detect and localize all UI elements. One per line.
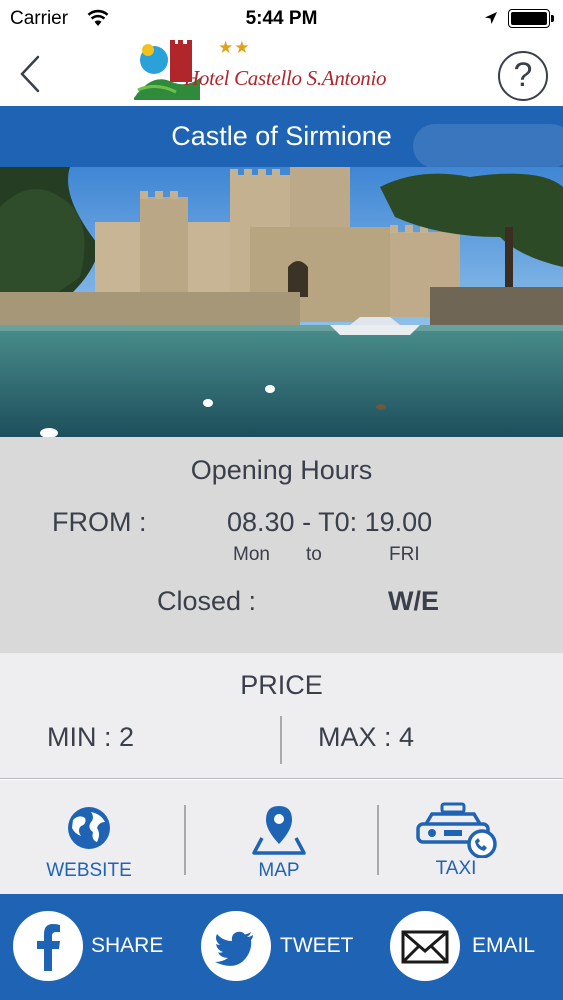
back-button[interactable]: [16, 54, 46, 94]
closed-value: W/E: [388, 586, 439, 616]
share-label[interactable]: SHARE: [91, 934, 163, 958]
map-pin-icon: [252, 806, 306, 855]
tweet-label[interactable]: TWEET: [280, 934, 354, 958]
price-max: MAX : 4: [318, 722, 414, 753]
map-button[interactable]: MAP: [199, 780, 359, 894]
page-title: Castle of Sirmione: [171, 121, 392, 151]
twitter-icon: [215, 931, 253, 966]
clock-label: 5:44 PM: [245, 8, 318, 29]
castle-photo: [0, 167, 563, 437]
share-bar: SHARE TWEET EMAIL: [0, 894, 563, 1000]
price-max-label: MAX :: [318, 722, 392, 752]
day-to: to: [306, 544, 322, 565]
price-min-label: MIN :: [47, 722, 112, 752]
day-end: FRI: [389, 544, 420, 565]
taxi-label: TAXI: [435, 858, 477, 879]
website-label: WEBSITE: [46, 860, 132, 881]
location-arrow-icon: [484, 11, 498, 30]
logo-stars: ★★: [218, 38, 251, 57]
title-bar: Castle of Sirmione: [0, 106, 563, 167]
price-max-value: 4: [399, 722, 415, 752]
map-label: MAP: [258, 860, 300, 881]
email-label[interactable]: EMAIL: [472, 934, 535, 958]
email-share-button[interactable]: [390, 911, 460, 981]
opening-hours-section: Opening Hours FROM : 08.30 - T0: 19.00 M…: [0, 437, 563, 653]
globe-icon: [68, 807, 110, 849]
facebook-icon: [37, 924, 60, 971]
nav-bar: ★★ Hotel Castello S.Antonio ?: [0, 38, 563, 106]
status-bar: Carrier 5:44 PM: [0, 0, 563, 38]
day-start: Mon: [233, 544, 270, 565]
twitter-share-button[interactable]: [201, 911, 271, 981]
hotel-logo: ★★ Hotel Castello S.Antonio: [132, 38, 432, 104]
opening-hours-heading: Opening Hours: [190, 455, 373, 485]
envelope-icon: [401, 930, 449, 964]
battery-icon: [508, 9, 554, 28]
time-range: 08.30 - T0: 19.00: [227, 507, 433, 537]
facebook-share-button[interactable]: [13, 911, 83, 981]
price-section: PRICE MIN : 2 MAX : 4: [0, 653, 563, 779]
links-row: WEBSITE MAP TAXI: [0, 780, 563, 894]
website-button[interactable]: WEBSITE: [9, 780, 169, 894]
chevron-left-icon: [20, 55, 40, 93]
taxi-icon: [416, 802, 497, 858]
price-min-value: 2: [119, 722, 135, 752]
help-button[interactable]: ?: [498, 51, 548, 101]
price-divider: [280, 716, 282, 764]
price-heading: PRICE: [240, 670, 323, 700]
logo-text: Hotel Castello S.Antonio: [184, 66, 387, 90]
from-label: FROM :: [52, 507, 147, 537]
closed-label: Closed :: [157, 586, 257, 616]
price-min: MIN : 2: [47, 722, 134, 753]
links-divider: [184, 805, 186, 875]
taxi-button[interactable]: TAXI: [376, 780, 536, 894]
